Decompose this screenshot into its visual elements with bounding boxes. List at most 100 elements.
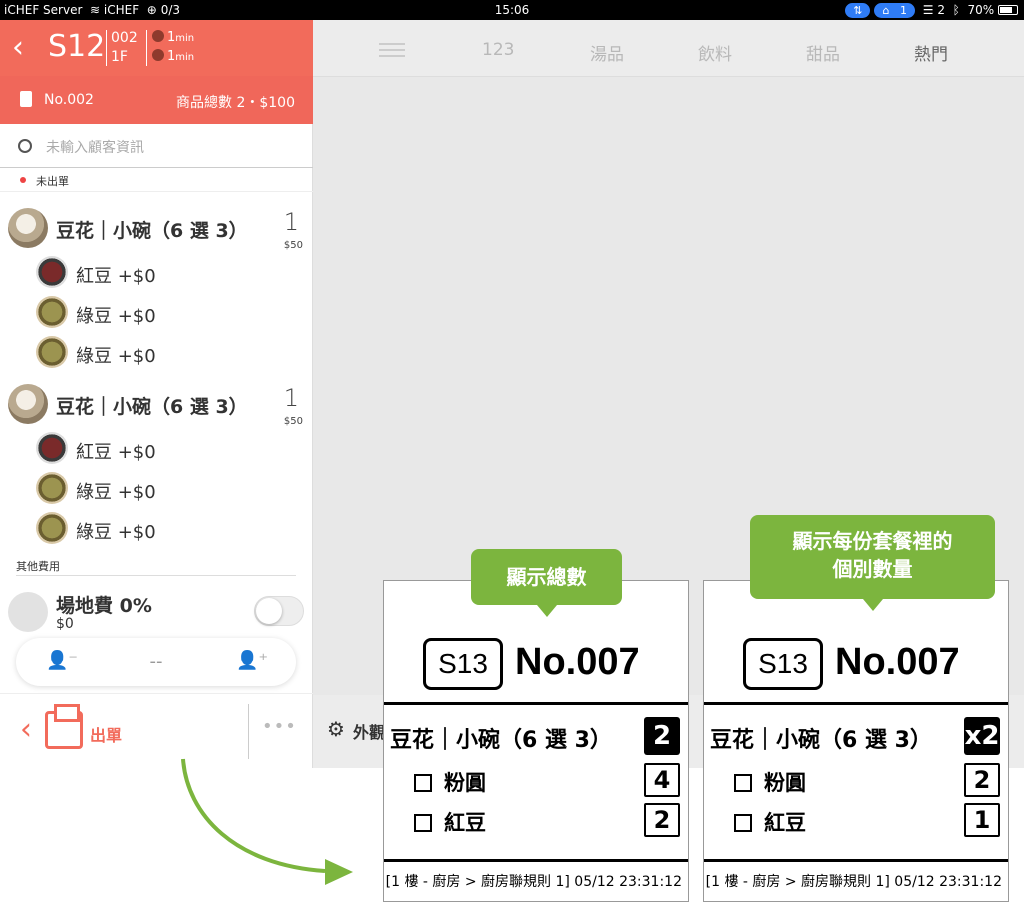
order-header: ‹ S12 002 1F 1min 1min [0, 20, 313, 76]
fee-toggle[interactable] [254, 596, 304, 626]
sub-item-thumbnail [36, 512, 68, 544]
order-panel: ‹ S12 002 1F 1min 1min No.002 商品總數 2・$10… [0, 20, 313, 768]
checkbox-icon [734, 814, 752, 832]
item-qty: 1 [283, 384, 299, 412]
appearance-button[interactable]: 外觀 [353, 719, 385, 743]
ticket-item-qty: x2 [964, 717, 1000, 755]
divider [106, 30, 107, 66]
callout-line-1: 顯示每份套餐裡的 [792, 529, 953, 553]
sub-item: 綠豆 +$0 [0, 294, 313, 330]
divider [384, 702, 688, 705]
back-icon[interactable]: ‹ [12, 30, 24, 65]
chevron-left-icon[interactable]: ‹ [20, 712, 32, 747]
ticket-sub-item: 紅豆 [414, 807, 486, 837]
timer-icon [152, 49, 164, 61]
bell-badge[interactable]: ⌂ 1 [874, 3, 915, 18]
ticket-footer: [1 樓 - 廚房 > 廚房聯規則 1] 05/12 23:31:12 [705, 874, 1002, 890]
status-bar: iCHEF Server ≋ iCHEF ⊕ 0/3 15:06 ⇅ ⌂ 1 ☰ … [0, 0, 1024, 20]
kitchen-ticket-individual: S13 No.007 豆花｜小碗（6 選 3） x2 粉圓 2 紅豆 1 [1 … [703, 580, 1009, 902]
status-label: 未出單 [36, 175, 69, 188]
gear-icon[interactable]: ⚙ [327, 717, 345, 741]
order-info-bar: No.002 商品總數 2・$100 [0, 76, 313, 124]
category-tabs: 123 湯品 飲料 甜品 熱門 [313, 20, 1024, 77]
sub-item: 綠豆 +$0 [0, 470, 313, 506]
order-item[interactable]: 豆花｜小碗（6 選 3） 1 $50 [0, 384, 313, 427]
sub-item-label: 紅豆 +$0 [76, 266, 156, 287]
tab-drinks[interactable]: 飲料 [698, 40, 732, 65]
divider [146, 30, 147, 66]
item-name: 豆花｜小碗（6 選 3） [56, 220, 248, 242]
receipt-icon [20, 91, 32, 107]
more-button[interactable]: ••• [262, 716, 297, 737]
ticket-sub-item: 粉圓 [734, 767, 806, 797]
battery-icon [998, 5, 1018, 15]
ticket-item-qty: 2 [644, 717, 680, 755]
timer-2: 1min [152, 49, 194, 64]
sub-item: 紅豆 +$0 [0, 430, 313, 466]
ticket-sub-item: 粉圓 [414, 767, 486, 797]
order-status: 未出單 [0, 170, 313, 192]
add-guest-icon[interactable]: 👤⁺ [236, 650, 268, 671]
list-icon[interactable] [379, 43, 405, 57]
checkbox-icon [734, 774, 752, 792]
tab-soup[interactable]: 湯品 [590, 40, 624, 65]
callout-individual: 顯示每份套餐裡的 個別數量 [750, 515, 995, 611]
tray-count: 2 [937, 3, 945, 17]
order-summary: 商品總數 2・$100 [176, 95, 295, 111]
ticket-sub-qty: 4 [644, 763, 680, 797]
item-price: $50 [283, 240, 303, 251]
table-number: S12 [48, 29, 106, 64]
ticket-sub-item: 紅豆 [734, 807, 806, 837]
bell-icon: ⌂ [882, 4, 890, 17]
ticket-footer: [1 樓 - 廚房 > 廚房聯規則 1] 05/12 23:31:12 [385, 874, 682, 890]
ticket-sub-qty: 2 [964, 763, 1000, 797]
fee-name: 場地費 0% [56, 595, 152, 617]
ticket-item-name: 豆花｜小碗（6 選 3） [390, 728, 612, 753]
item-qty: 1 [283, 208, 299, 236]
order-item[interactable]: 豆花｜小碗（6 選 3） 1 $50 [0, 208, 313, 251]
tab-popular[interactable]: 熱門 [914, 40, 948, 65]
sub-item-thumbnail [36, 472, 68, 504]
divider [384, 859, 688, 862]
other-fees-label: 其他費用 [16, 560, 60, 573]
kitchen-ticket-total: S13 No.007 豆花｜小碗（6 選 3） 2 粉圓 4 紅豆 2 [1 樓… [383, 580, 689, 902]
sub-item-thumbnail [36, 296, 68, 328]
tab-123[interactable]: 123 [482, 40, 514, 60]
send-order-button[interactable]: 出單 [90, 722, 122, 746]
checkbox-icon [414, 774, 432, 792]
status-dot-icon [20, 177, 26, 183]
order-meta: 002 1F [111, 29, 138, 67]
guest-count-stepper: 👤⁻ -- 👤⁺ [16, 638, 296, 686]
fee-icon [8, 592, 48, 632]
divider [16, 575, 296, 576]
ticket-order-number: No.007 [515, 641, 640, 683]
checkbox-icon [414, 814, 432, 832]
item-name: 豆花｜小碗（6 選 3） [56, 396, 248, 418]
order-no-small: 002 [111, 30, 138, 46]
sub-item-label: 綠豆 +$0 [76, 346, 156, 367]
ticket-sub-qty: 2 [644, 803, 680, 837]
divider [704, 702, 1008, 705]
network-icon[interactable]: ⇅ [845, 3, 871, 18]
sub-item-label: 綠豆 +$0 [76, 482, 156, 503]
status-right: ⇅ ⌂ 1 ☰ 2 ᛒ 70% [845, 3, 1018, 18]
sub-item: 綠豆 +$0 [0, 510, 313, 546]
bell-count: 1 [899, 4, 907, 17]
tab-dessert[interactable]: 甜品 [806, 40, 840, 65]
sub-item-label: 綠豆 +$0 [76, 522, 156, 543]
printer-icon[interactable] [45, 704, 83, 749]
divider [248, 704, 249, 759]
ticket-table: S13 [423, 638, 503, 690]
sub-item-label: 紅豆 +$0 [76, 442, 156, 463]
ticket-sub-qty: 1 [964, 803, 1000, 837]
ticket-item-name: 豆花｜小碗（6 選 3） [710, 728, 932, 753]
tray-icon: ☰ [922, 3, 934, 17]
sub-item-thumbnail [36, 256, 68, 288]
sub-item: 紅豆 +$0 [0, 254, 313, 290]
ticket-order-number: No.007 [835, 641, 960, 683]
customer-info-row[interactable]: 未輸入顧客資訊 [0, 124, 313, 168]
fee-value: $0 [56, 616, 74, 632]
timer-icon [152, 30, 164, 42]
sub-item-thumbnail [36, 432, 68, 464]
callout-line-2: 個別數量 [832, 557, 913, 581]
